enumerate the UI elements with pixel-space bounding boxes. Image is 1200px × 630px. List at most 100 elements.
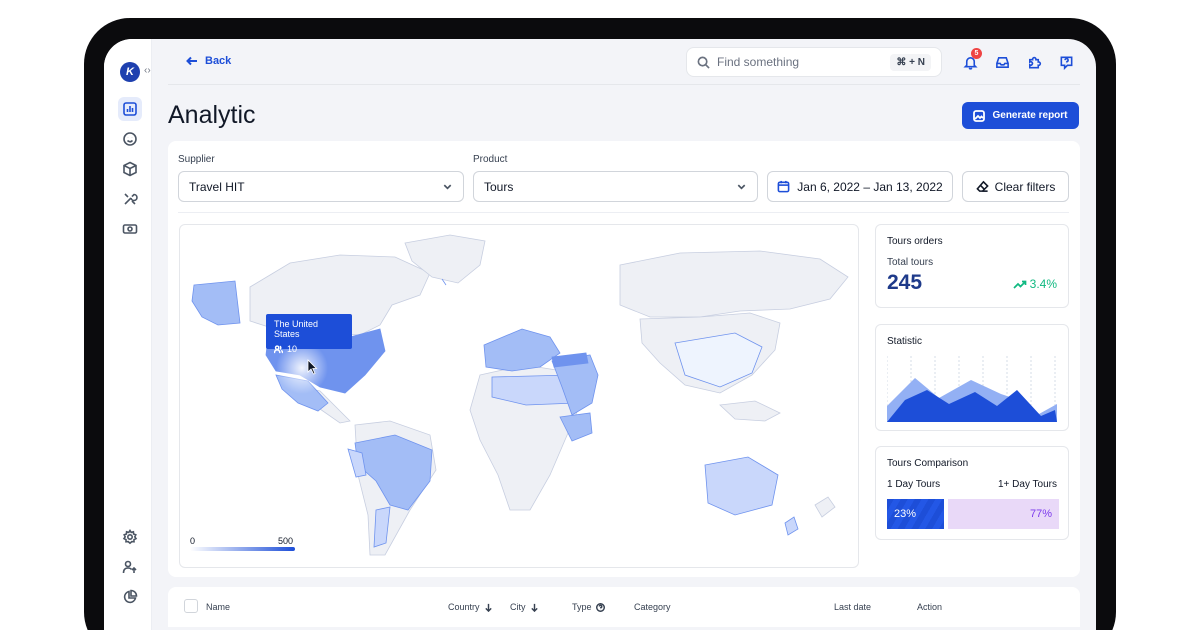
money-icon	[122, 224, 138, 234]
column-action-label: Action	[917, 602, 943, 612]
one-day-tours-label: 1 Day Tours	[887, 479, 941, 490]
trend-up-icon	[1013, 280, 1026, 289]
users-icon	[274, 344, 283, 353]
trend-indicator: 3.4%	[1013, 277, 1057, 291]
filters-divider	[178, 212, 1069, 213]
tours-orders-title: Tours orders	[887, 236, 943, 247]
trend-value: 3.4%	[1029, 277, 1057, 291]
sidebar-item-analytics[interactable]	[118, 97, 142, 121]
bar-chart-icon	[123, 102, 137, 116]
search-bar[interactable]: ⌘ + N	[686, 47, 942, 77]
region-alaska	[191, 280, 241, 326]
product-select[interactable]: Tours	[473, 171, 758, 202]
statistic-title: Statistic	[887, 336, 923, 347]
column-country-label: Country	[448, 602, 480, 612]
date-range-value: Jan 6, 2022 – Jan 13, 2022	[797, 179, 943, 194]
search-shortcut: ⌘ + N	[890, 53, 931, 71]
back-button[interactable]: Back	[186, 55, 231, 67]
tools-icon	[124, 193, 138, 205]
smile-icon	[123, 132, 137, 146]
puzzle-icon	[1028, 56, 1041, 68]
eraser-icon	[975, 180, 989, 192]
comparison-title: Tours Comparison	[887, 458, 969, 469]
total-tours-label: Total tours	[887, 257, 934, 268]
tours-orders-card: Tours orders Total tours 245 3.4%	[875, 224, 1069, 308]
header-divider	[168, 84, 1080, 85]
search-input[interactable]	[717, 55, 884, 69]
column-last-date[interactable]: Last date	[834, 602, 871, 612]
clear-filters-button[interactable]: Clear filters	[962, 171, 1069, 202]
sidebar-item-reports[interactable]	[118, 585, 142, 609]
date-range-picker[interactable]: Jan 6, 2022 – Jan 13, 2022	[767, 171, 953, 202]
collapse-sidebar-icon[interactable]: ‹›	[144, 65, 151, 76]
region-australia	[704, 456, 779, 516]
back-label: Back	[205, 55, 232, 67]
chevron-down-icon	[737, 184, 746, 190]
column-action[interactable]: Action	[917, 602, 942, 612]
sidebar-item-users[interactable]	[118, 555, 142, 579]
help-button[interactable]	[1057, 53, 1075, 71]
arrow-left-icon	[186, 56, 197, 66]
generate-report-button[interactable]: Generate report	[962, 102, 1079, 129]
supplier-select[interactable]: Travel HIT	[178, 171, 464, 202]
sidebar: K ‹›	[104, 39, 152, 630]
tours-table-header: Name Country City Type Category Last dat…	[168, 587, 1080, 627]
app-logo[interactable]: K	[120, 62, 140, 82]
help-icon	[1060, 56, 1072, 70]
notifications-button[interactable]: 5	[961, 48, 982, 71]
product-value: Tours	[484, 179, 514, 194]
inbox-button[interactable]	[993, 53, 1011, 71]
column-name-label: Name	[206, 602, 231, 612]
region-russia	[619, 250, 849, 318]
region-misc-islands	[814, 496, 836, 518]
extensions-button[interactable]	[1025, 53, 1043, 71]
sidebar-item-finance[interactable]	[118, 217, 142, 241]
map-color-scale	[190, 547, 295, 551]
map-tooltip: The United States 10	[266, 314, 352, 354]
sidebar-item-settings[interactable]	[118, 525, 142, 549]
column-city[interactable]: City	[510, 602, 539, 612]
column-category-label: Category	[634, 602, 671, 612]
user-arrow-icon	[122, 560, 137, 574]
one-day-tours-bar[interactable]: 23%	[887, 499, 944, 529]
scale-min: 0	[190, 536, 196, 546]
tours-comparison-card: Tours Comparison 1 Day Tours 1+ Day Tour…	[875, 446, 1069, 540]
sidebar-item-tools[interactable]	[118, 187, 142, 211]
column-city-label: City	[510, 602, 526, 612]
sidebar-item-feedback[interactable]	[118, 127, 142, 151]
region-new-zealand	[784, 516, 799, 536]
world-map[interactable]	[180, 225, 859, 568]
supplier-value: Travel HIT	[189, 179, 245, 194]
multi-day-tours-bar[interactable]: 77%	[948, 499, 1059, 529]
pie-chart-icon	[123, 589, 138, 604]
calendar-icon	[777, 180, 790, 193]
total-tours-value: 245	[887, 271, 923, 294]
sort-down-icon	[484, 603, 492, 612]
region-se-asia	[719, 400, 781, 422]
column-country[interactable]: Country	[448, 602, 493, 612]
supplier-label: Supplier	[178, 154, 215, 165]
report-image-icon	[973, 109, 986, 122]
page-title: Analytic	[168, 101, 256, 129]
sort-down-icon	[530, 603, 538, 612]
column-type[interactable]: Type	[572, 602, 605, 612]
scale-max: 500	[278, 536, 294, 546]
inbox-icon	[995, 56, 1009, 68]
tooltip-count: 10	[274, 344, 344, 354]
column-name[interactable]: Name	[206, 602, 230, 612]
search-icon	[697, 56, 710, 69]
generate-report-label: Generate report	[992, 110, 1068, 121]
clear-filters-label: Clear filters	[994, 179, 1056, 194]
statistic-card: Statistic	[875, 324, 1069, 431]
region-europe	[483, 328, 561, 372]
analytics-panel: Supplier Travel HIT Product Tours Jan 6,…	[168, 141, 1080, 577]
tooltip-count-value: 10	[287, 344, 298, 354]
select-all-checkbox[interactable]	[184, 599, 198, 613]
tooltip-country: The United States	[274, 319, 319, 339]
product-label: Product	[473, 154, 508, 165]
column-category[interactable]: Category	[634, 602, 671, 612]
notification-badge: 5	[971, 48, 982, 59]
chevron-down-icon	[443, 184, 452, 190]
sidebar-item-products[interactable]	[118, 157, 142, 181]
gear-icon	[122, 529, 138, 545]
